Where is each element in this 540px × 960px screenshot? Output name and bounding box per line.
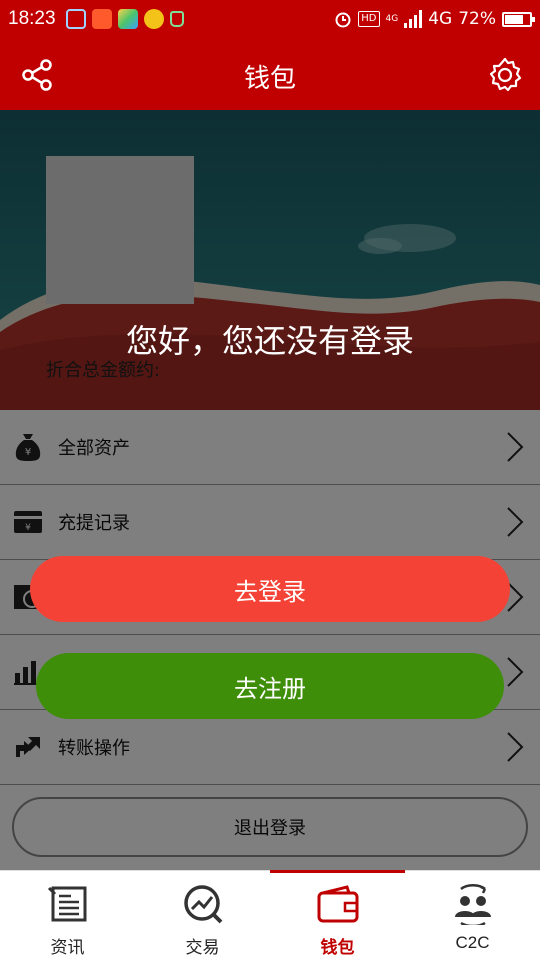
- hd-badge: HD: [358, 11, 380, 27]
- c2c-icon: [450, 881, 496, 927]
- tab-label: C2C: [455, 933, 490, 952]
- wallet-icon: [315, 881, 361, 927]
- tab-wallet[interactable]: 钱包: [270, 870, 405, 960]
- battery-icon: [502, 11, 535, 27]
- page-title: 钱包: [243, 64, 296, 94]
- battery-percent: 72%: [458, 9, 496, 29]
- register-button[interactable]: 去注册: [36, 653, 504, 719]
- login-overlay[interactable]: [0, 110, 540, 870]
- tab-c2c[interactable]: C2C: [405, 871, 540, 960]
- lock-icon: [169, 11, 184, 27]
- store-notification-icon: [117, 9, 138, 29]
- bottom-tab-bar: 资讯 交易 钱包 C2C: [0, 870, 540, 960]
- trade-icon: [180, 881, 226, 927]
- app-header: 钱包: [0, 38, 540, 110]
- signal-icon: [404, 10, 423, 28]
- status-time: 18:23: [8, 8, 56, 29]
- alarm-icon: [335, 12, 351, 28]
- screenshot-notification-icon: [65, 9, 86, 29]
- network-small-label: 4G: [385, 13, 399, 24]
- tab-label: 钱包: [320, 938, 355, 957]
- tab-trade[interactable]: 交易: [135, 871, 270, 960]
- login-prompt-text: 您好，您还没有登录: [125, 322, 414, 360]
- settings-icon: [489, 57, 522, 92]
- status-bar: 18:23 HD 4G 4G 72%: [0, 0, 540, 38]
- app-notification-icon: [91, 9, 112, 29]
- news-icon: [45, 881, 91, 927]
- game-notification-icon: [143, 9, 164, 29]
- settings-button[interactable]: [484, 54, 526, 96]
- login-button[interactable]: 去登录: [30, 556, 510, 622]
- network-label: 4G: [428, 9, 453, 29]
- tab-label: 资讯: [50, 938, 85, 957]
- tab-label: 交易: [185, 938, 220, 957]
- tab-news[interactable]: 资讯: [0, 871, 135, 960]
